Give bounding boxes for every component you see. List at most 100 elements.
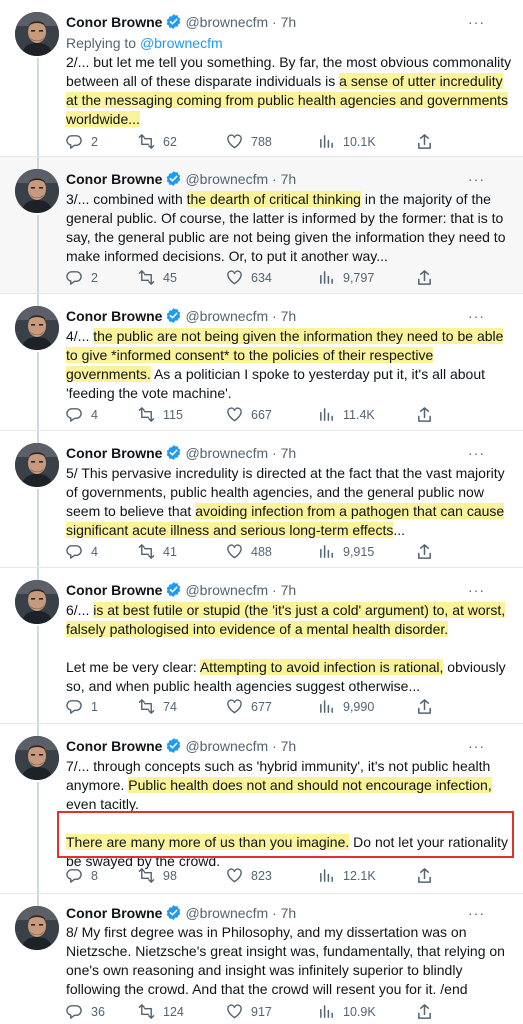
share-button[interactable] <box>416 543 433 560</box>
author-handle[interactable]: @brownecfm <box>185 308 268 324</box>
tweet-text: 2/... but let me tell you something. By … <box>66 53 512 129</box>
tweet-actions: 4 41 488 9,915 <box>66 543 446 561</box>
timestamp[interactable]: 7h <box>281 171 297 187</box>
likes-count: 634 <box>251 270 272 285</box>
avatar[interactable] <box>15 736 59 780</box>
more-options-icon[interactable]: ··· <box>468 170 485 188</box>
like-button[interactable]: 667 <box>226 406 272 423</box>
author-name[interactable]: Conor Browne <box>66 308 162 324</box>
views-button[interactable]: 12.1K <box>318 867 376 884</box>
replying-to-link[interactable]: @brownecfm <box>140 35 223 51</box>
tweet-3[interactable]: Conor Browne @brownecfm · 7h ··· 3/... co… <box>0 157 523 294</box>
like-button[interactable]: 634 <box>226 269 272 286</box>
retweet-button[interactable]: 124 <box>138 1003 184 1020</box>
reply-icon <box>66 700 82 714</box>
views-button[interactable]: 11.4K <box>318 406 375 423</box>
author-handle[interactable]: @brownecfm <box>185 905 268 921</box>
timestamp[interactable]: 7h <box>281 445 297 461</box>
text-segment: 3/... combined with <box>66 191 187 207</box>
reply-button[interactable]: 8 <box>66 867 98 884</box>
like-button[interactable]: 917 <box>226 1003 272 1020</box>
views-button[interactable]: 10.1K <box>318 133 376 150</box>
author-name[interactable]: Conor Browne <box>66 445 162 461</box>
share-button[interactable] <box>416 133 433 150</box>
views-button[interactable]: 9,990 <box>318 698 374 715</box>
profile-photo-icon <box>15 306 59 350</box>
tweet-7[interactable]: Conor Browne @brownecfm · 7h ··· 7/... th… <box>0 724 523 894</box>
timestamp[interactable]: 7h <box>281 14 297 30</box>
retweet-button[interactable]: 62 <box>138 133 177 150</box>
reply-button[interactable]: 2 <box>66 269 98 286</box>
views-count: 9,990 <box>343 699 375 714</box>
highlighted-text: Attempting to avoid infection is rationa… <box>199 659 444 675</box>
views-button[interactable]: 10.9K <box>318 1003 376 1020</box>
more-options-icon[interactable]: ··· <box>468 444 485 462</box>
retweets-count: 45 <box>163 270 177 285</box>
tweet-actions: 2 62 788 10.1K <box>66 133 446 151</box>
tweet-5[interactable]: Conor Browne @brownecfm · 7h ··· 5/ This … <box>0 431 523 568</box>
tweet-6[interactable]: Conor Browne @brownecfm · 7h ··· 6/... is… <box>0 568 523 724</box>
author-name[interactable]: Conor Browne <box>66 171 162 187</box>
like-button[interactable]: 488 <box>226 543 272 560</box>
share-button[interactable] <box>416 867 433 884</box>
text-segment: 8/ My first degree was in Philosophy, an… <box>66 924 505 997</box>
retweet-button[interactable]: 41 <box>138 543 177 560</box>
more-options-icon[interactable]: ··· <box>468 13 485 31</box>
author-name[interactable]: Conor Browne <box>66 582 162 598</box>
retweet-button[interactable]: 115 <box>138 406 183 423</box>
more-options-icon[interactable]: ··· <box>468 737 485 755</box>
author-handle[interactable]: @brownecfm <box>185 582 268 598</box>
more-options-icon[interactable]: ··· <box>468 904 485 922</box>
share-button[interactable] <box>416 406 433 423</box>
author-name[interactable]: Conor Browne <box>66 905 162 921</box>
retweets-count: 74 <box>163 699 177 714</box>
like-button[interactable]: 823 <box>226 867 272 884</box>
views-icon <box>320 869 333 882</box>
author-handle[interactable]: @brownecfm <box>185 171 268 187</box>
timestamp[interactable]: 7h <box>281 905 297 921</box>
share-button[interactable] <box>416 269 433 286</box>
avatar[interactable] <box>15 169 59 213</box>
retweet-button[interactable]: 74 <box>138 698 177 715</box>
timestamp[interactable]: 7h <box>281 308 297 324</box>
reply-button[interactable]: 2 <box>66 133 98 150</box>
author-handle[interactable]: @brownecfm <box>185 445 268 461</box>
avatar[interactable] <box>15 12 59 56</box>
tweet-2[interactable]: Conor Browne @brownecfm · 7h ··· Replying… <box>0 0 523 157</box>
reply-button[interactable]: 1 <box>66 698 98 715</box>
tweet-text: 4/... the public are not being given the… <box>66 327 512 403</box>
reply-button[interactable]: 4 <box>66 406 98 423</box>
retweet-button[interactable]: 45 <box>138 269 177 286</box>
like-button[interactable]: 677 <box>226 698 272 715</box>
retweet-icon <box>138 1004 155 1019</box>
avatar[interactable] <box>15 306 59 350</box>
author-name[interactable]: Conor Browne <box>66 738 162 754</box>
avatar[interactable] <box>15 580 59 624</box>
more-options-icon[interactable]: ··· <box>468 581 485 599</box>
like-button[interactable]: 788 <box>226 133 272 150</box>
reply-button[interactable]: 4 <box>66 543 98 560</box>
separator-dot: · <box>272 445 277 461</box>
views-button[interactable]: 9,915 <box>318 543 374 560</box>
tweet-paragraph: Let me be very clear: Attempting to avoi… <box>66 658 512 696</box>
timestamp[interactable]: 7h <box>281 738 297 754</box>
tweet-8[interactable]: Conor Browne @brownecfm · 7h ··· 8/ My fi… <box>0 894 523 1024</box>
retweet-icon <box>138 544 155 559</box>
more-options-icon[interactable]: ··· <box>468 307 485 325</box>
author-name[interactable]: Conor Browne <box>66 14 162 30</box>
share-button[interactable] <box>416 698 433 715</box>
share-icon <box>418 699 431 714</box>
retweet-button[interactable]: 98 <box>138 867 177 884</box>
tweet-4[interactable]: Conor Browne @brownecfm · 7h ··· 4/... th… <box>0 294 523 431</box>
retweets-count: 62 <box>163 134 177 149</box>
like-icon <box>227 699 242 714</box>
views-button[interactable]: 9,797 <box>318 269 374 286</box>
views-count: 11.4K <box>343 407 375 422</box>
timestamp[interactable]: 7h <box>281 582 297 598</box>
author-handle[interactable]: @brownecfm <box>185 738 268 754</box>
author-handle[interactable]: @brownecfm <box>185 14 268 30</box>
avatar[interactable] <box>15 906 59 950</box>
share-button[interactable] <box>416 1003 433 1020</box>
avatar[interactable] <box>15 443 59 487</box>
reply-button[interactable]: 36 <box>66 1003 105 1020</box>
